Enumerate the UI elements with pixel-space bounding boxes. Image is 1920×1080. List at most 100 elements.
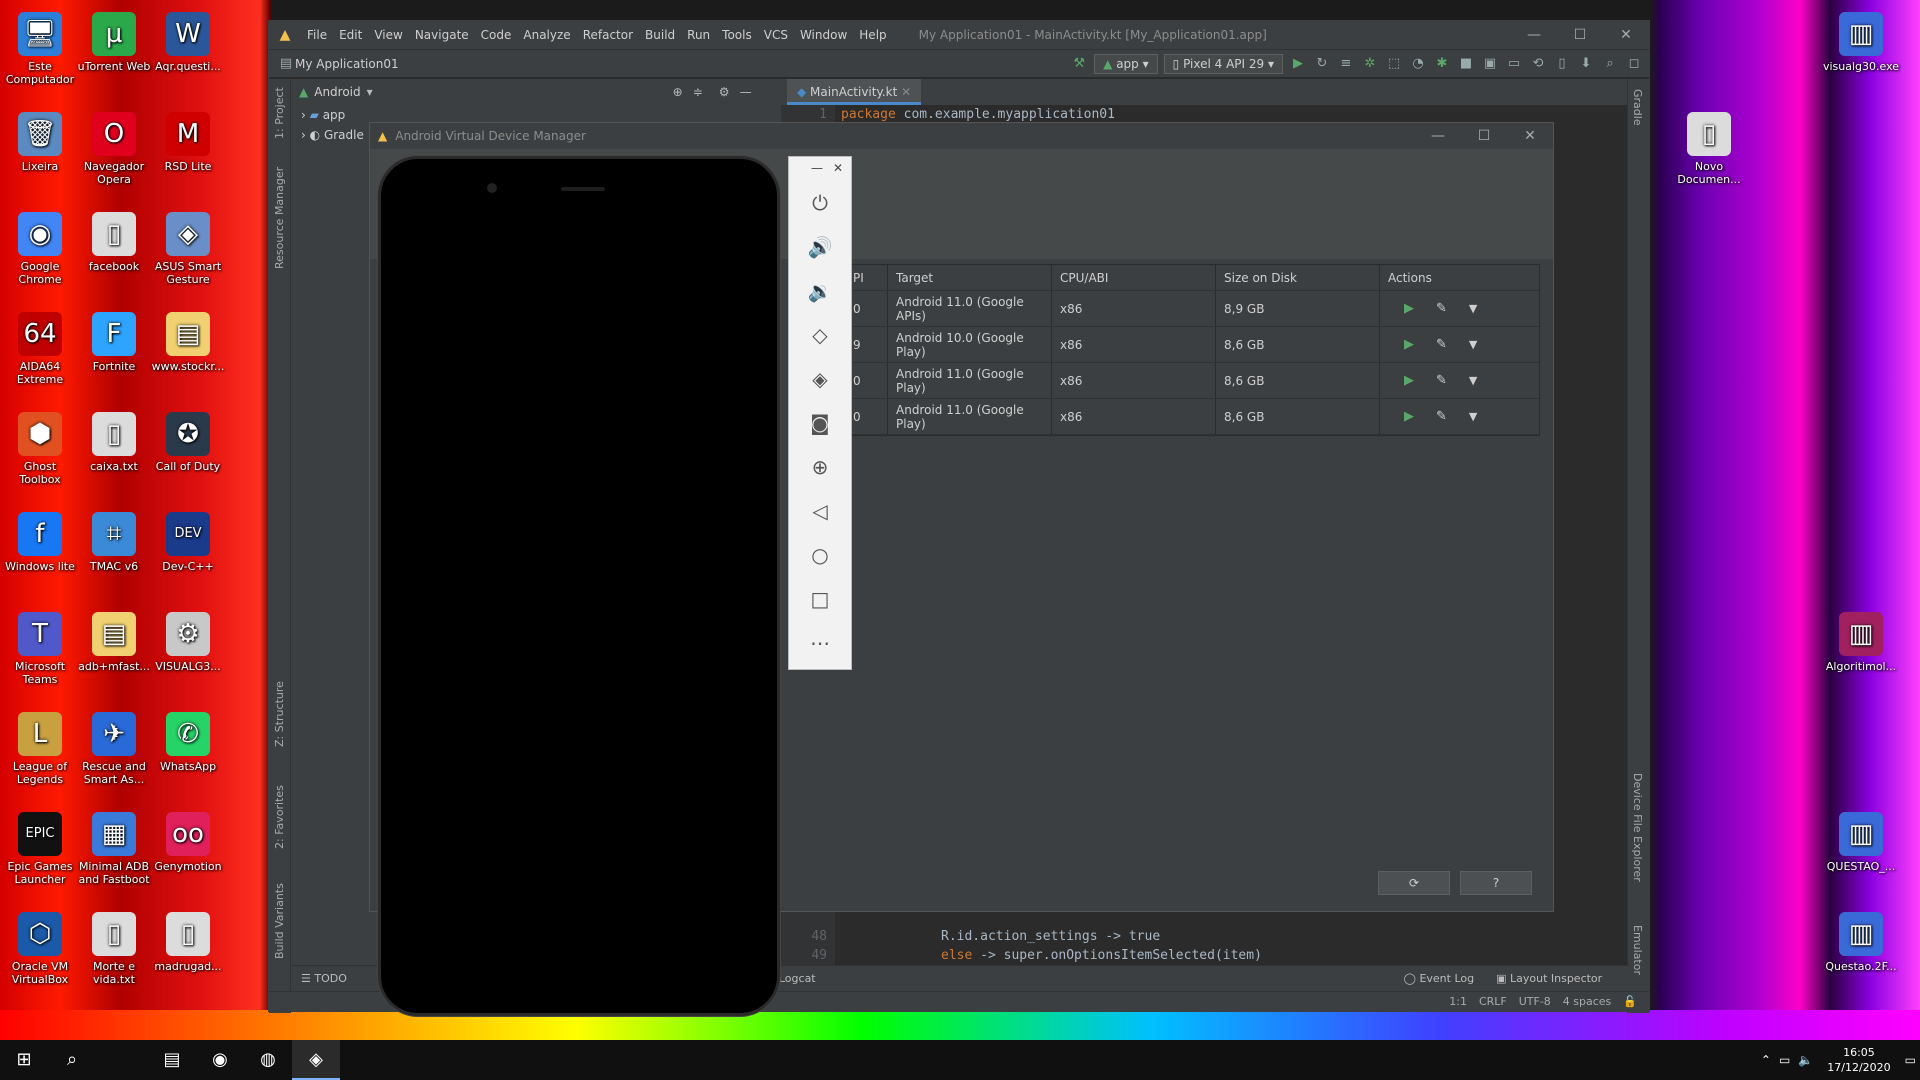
more-icon[interactable]: ⋯	[789, 621, 851, 665]
tool-layout-inspector[interactable]: ▣ Layout Inspector	[1496, 972, 1602, 985]
table-row[interactable]: 0 Android 11.0 (Google Play) x86 8,6 GB …	[849, 363, 1539, 399]
desktop-icon[interactable]: ⬡ Oracle VM VirtualBox	[2, 908, 78, 986]
lock-icon[interactable]: 🔓	[1623, 995, 1637, 1008]
edit-icon[interactable]: ✎	[1436, 373, 1447, 388]
sdk-manager-icon[interactable]: ⬇	[1577, 56, 1595, 71]
desktop-icon[interactable]: T Microsoft Teams	[2, 608, 78, 686]
apply-changes-icon[interactable]: ≡	[1337, 56, 1355, 71]
minimize-icon[interactable]: —	[1415, 128, 1461, 144]
menu-code[interactable]: Code	[475, 28, 518, 42]
desktop-icon[interactable]: ▥ Questao.2F...	[1816, 908, 1906, 973]
col-target[interactable]: Target	[887, 265, 1051, 290]
profile-icon[interactable]: ◔	[1409, 56, 1427, 71]
app-icon[interactable]: ◍	[244, 1040, 292, 1080]
desktop-icon[interactable]: ▥ visualg30.exe	[1816, 8, 1906, 73]
network-icon[interactable]: ▭	[1775, 1053, 1794, 1067]
edit-icon[interactable]: ✎	[1436, 409, 1447, 424]
tool-device-file-explorer[interactable]: Device File Explorer	[1631, 773, 1644, 882]
tool-logcat[interactable]: Logcat	[779, 972, 816, 985]
desktop-icon[interactable]: ▤ www.stockr...	[150, 308, 226, 373]
chrome-icon[interactable]: ◉	[196, 1040, 244, 1080]
launch-icon[interactable]: ▶	[1388, 301, 1414, 316]
table-row[interactable]: 0 Android 11.0 (Google Play) x86 8,6 GB …	[849, 399, 1539, 435]
tool-resource-manager[interactable]: Resource Manager	[273, 167, 286, 269]
desktop-icon[interactable]: ◉ Google Chrome	[2, 208, 78, 286]
col-cpu[interactable]: CPU/ABI	[1051, 265, 1215, 290]
volume-icon[interactable]: 🔈	[1794, 1053, 1817, 1067]
desktop-icon[interactable]: ▤ adb+mfast...	[76, 608, 152, 673]
minimize-icon[interactable]: —	[1511, 27, 1557, 43]
back-icon[interactable]: ◁	[789, 489, 851, 533]
power-icon[interactable]: ⏻	[789, 181, 851, 225]
volume-down-icon[interactable]: 🔉	[789, 269, 851, 313]
tray-chevron-up-icon[interactable]: ⌃	[1757, 1053, 1775, 1067]
table-row[interactable]: 0 Android 11.0 (Google APIs) x86 8,9 GB …	[849, 291, 1539, 327]
avd-manager-icon[interactable]: ▯	[1553, 56, 1571, 71]
breadcrumb[interactable]: My Application01	[295, 57, 399, 71]
sync-gradle-icon[interactable]: ⟲	[1529, 56, 1547, 71]
status-indent[interactable]: 4 spaces	[1563, 995, 1612, 1008]
desktop-icon[interactable]: ▥ QUESTAO_...	[1816, 808, 1906, 873]
desktop-icon[interactable]: DEV Dev-C++	[150, 508, 226, 573]
emulator-screen[interactable]	[378, 156, 780, 1016]
run-icon[interactable]: ▶	[1289, 56, 1307, 71]
refresh-button[interactable]: ⟳	[1378, 871, 1450, 895]
chevron-down-icon[interactable]: ▾	[367, 85, 373, 99]
status-line-ending[interactable]: CRLF	[1479, 995, 1507, 1008]
table-row[interactable]: 9 Android 10.0 (Google Play) x86 8,6 GB …	[849, 327, 1539, 363]
desktop-icon[interactable]: ◈ ASUS Smart Gesture	[150, 208, 226, 286]
tool-project[interactable]: 1: Project	[273, 87, 286, 139]
status-encoding[interactable]: UTF-8	[1519, 995, 1551, 1008]
menu-file[interactable]: File	[301, 28, 333, 42]
project-structure-icon[interactable]: ▣	[1481, 56, 1499, 71]
desktop-icon[interactable]: 🗑 Lixeira	[2, 108, 78, 173]
file-explorer-icon[interactable]: ▤	[148, 1040, 196, 1080]
locate-icon[interactable]: ⊕	[673, 85, 683, 99]
menu-vcs[interactable]: VCS	[758, 28, 794, 42]
run-config-select[interactable]: ▲ app ▾	[1094, 53, 1158, 74]
home-icon[interactable]: ○	[789, 533, 851, 577]
desktop-icon[interactable]: ✈ Rescue and Smart As...	[76, 708, 152, 786]
menu-edit[interactable]: Edit	[333, 28, 368, 42]
tool-structure[interactable]: Z: Structure	[273, 681, 286, 747]
desktop-icon[interactable]: ▥ Algoritimol...	[1816, 608, 1906, 673]
desktop-icon[interactable]: ▯ facebook	[76, 208, 152, 273]
chevron-down-icon[interactable]: ▼	[1469, 374, 1477, 387]
search-icon[interactable]: ⌕	[48, 1040, 96, 1080]
menu-tools[interactable]: Tools	[716, 28, 758, 42]
desktop-icon[interactable]: ✪ Call of Duty	[150, 408, 226, 473]
overview-icon[interactable]: □	[789, 577, 851, 621]
volume-up-icon[interactable]: 🔊	[789, 225, 851, 269]
tool-event-log[interactable]: ◯ Event Log	[1404, 972, 1474, 985]
desktop-icon[interactable]: W Aqr.questi...	[150, 8, 226, 73]
desktop-icon[interactable]: L League of Legends	[2, 708, 78, 786]
desktop-icon[interactable]: f Windows lite	[2, 508, 78, 573]
tool-todo[interactable]: ☰ TODO	[301, 972, 347, 985]
launch-icon[interactable]: ▶	[1388, 373, 1414, 388]
rerun-icon[interactable]: ↻	[1313, 56, 1331, 71]
coverage-icon[interactable]: ✱	[1433, 56, 1451, 71]
desktop-icon[interactable]: ▯ Novo Documen...	[1664, 108, 1754, 186]
desktop-icon[interactable]: O Navegador Opera	[76, 108, 152, 186]
android-studio-taskbar-icon[interactable]: ◈	[292, 1040, 340, 1080]
desktop-icon[interactable]: oo Genymotion	[150, 808, 226, 873]
search-icon[interactable]: ⌕	[1601, 56, 1619, 71]
zoom-icon[interactable]: ⊕	[789, 445, 851, 489]
menu-help[interactable]: Help	[853, 28, 892, 42]
close-icon[interactable]: ✕	[833, 161, 843, 177]
menu-refactor[interactable]: Refactor	[577, 28, 639, 42]
desktop-icon[interactable]: ▯ Morte e vida.txt	[76, 908, 152, 986]
maximize-icon[interactable]: ☐	[1557, 27, 1603, 43]
rotate-right-icon[interactable]: ◈	[789, 357, 851, 401]
debug-icon[interactable]: ✲	[1361, 56, 1379, 71]
tab-mainactivity[interactable]: ◆ MainActivity.kt ✕	[787, 79, 922, 105]
minimize-icon[interactable]: —	[811, 161, 823, 177]
desktop-icon[interactable]: µ uTorrent Web	[76, 8, 152, 73]
rotate-left-icon[interactable]: ◇	[789, 313, 851, 357]
close-icon[interactable]: ✕	[1507, 128, 1553, 144]
desktop-icon[interactable]: M RSD Lite	[150, 108, 226, 173]
menu-analyze[interactable]: Analyze	[517, 28, 576, 42]
desktop-icon[interactable]: 64 AIDA64 Extreme	[2, 308, 78, 386]
desktop-icon[interactable]: ▦ Minimal ADB and Fastboot	[76, 808, 152, 886]
device-select[interactable]: ▯ Pixel 4 API 29 ▾	[1163, 53, 1283, 74]
